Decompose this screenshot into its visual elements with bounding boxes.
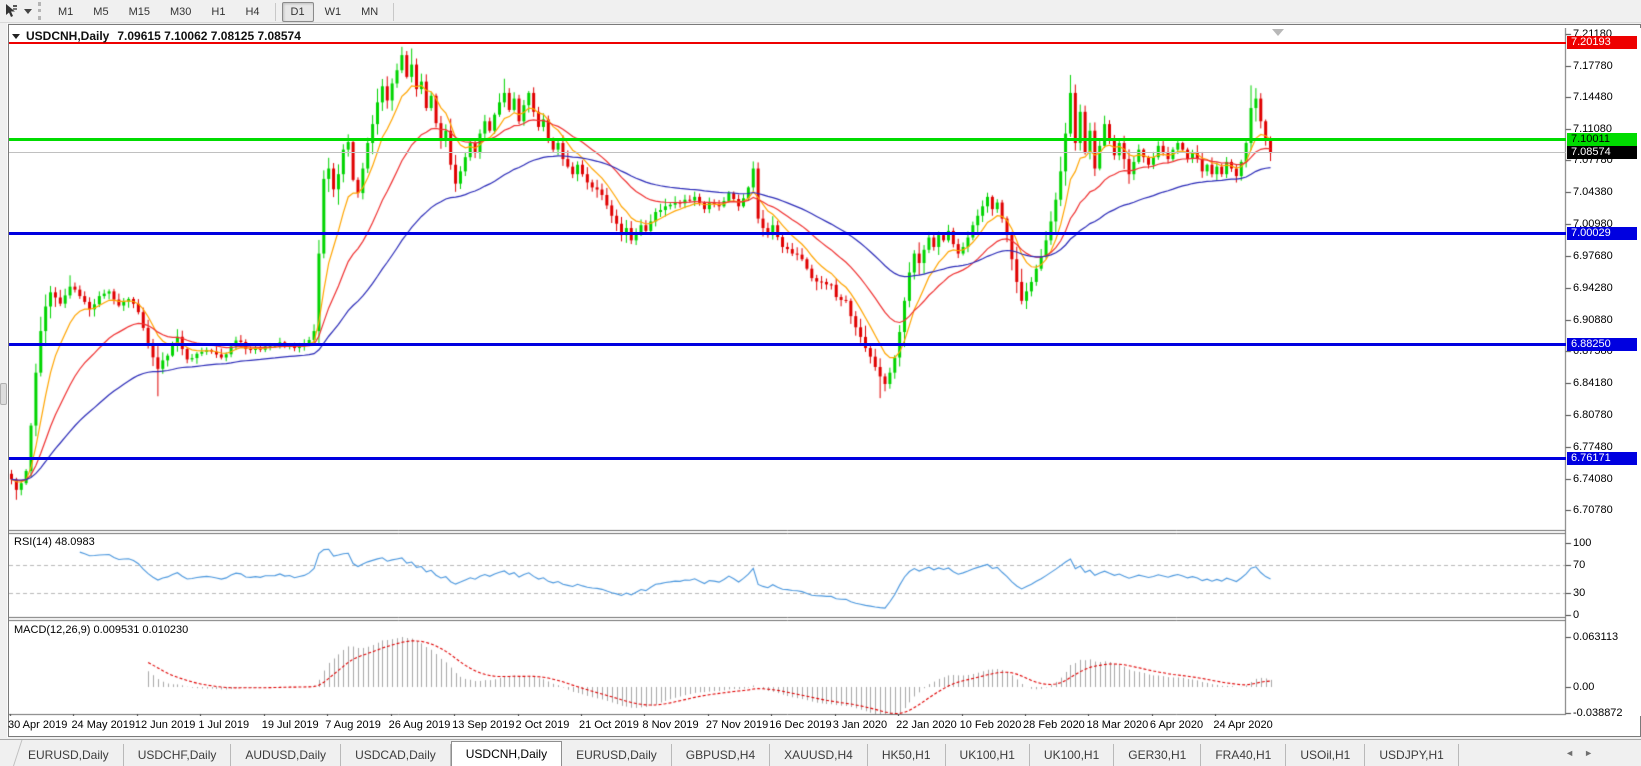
chart-symbol-title: USDCNH,Daily	[26, 29, 109, 43]
current-price-line[interactable]	[9, 152, 1566, 153]
rsi-indicator-label: RSI(14) 48.0983	[14, 536, 95, 548]
time-axis-label: 30 Apr 2019	[8, 719, 67, 731]
main-toolbar: M1M5M15M30H1H4 D1W1MN	[0, 0, 1641, 23]
tabs-scroll-right-icon[interactable]: ►	[1584, 747, 1593, 759]
chart-ohlc-values: 7.09615 7.10062 7.08125 7.08574	[117, 29, 301, 43]
tab-usdcad-daily[interactable]: USDCAD,Daily	[341, 744, 451, 766]
chart-tab-strip: EURUSD,DailyUSDCHF,DailyAUDUSD,DailyUSDC…	[0, 739, 1641, 766]
tab-usdjpy-h1[interactable]: USDJPY,H1	[1365, 744, 1458, 766]
support-line-7000-badge: 7.00029	[1567, 227, 1637, 240]
time-axis-label: 28 Feb 2020	[1023, 719, 1085, 731]
left-gutter	[0, 23, 8, 738]
price-axis-tick: 6.97680	[1573, 250, 1613, 262]
time-axis-label: 22 Jan 2020	[896, 719, 957, 731]
price-axis-tick: 7.17780	[1573, 60, 1613, 72]
support-line-6882-badge: 6.88250	[1567, 338, 1637, 351]
macd-axis-tick: 0.00	[1573, 681, 1594, 693]
macd-axis-tick: -0.038872	[1573, 707, 1623, 719]
time-axis-label: 13 Sep 2019	[452, 719, 514, 731]
time-axis-label: 8 Nov 2019	[642, 719, 698, 731]
timeframe-button-mn[interactable]: MN	[352, 2, 387, 22]
timeframe-group-separator	[393, 3, 394, 21]
tab-xauusd-h4[interactable]: XAUUSD,H4	[770, 744, 868, 766]
price-axis-tick: 7.14480	[1573, 91, 1613, 103]
price-axis-tick: 6.77480	[1573, 441, 1613, 453]
time-axis-label: 27 Nov 2019	[706, 719, 768, 731]
time-axis-label: 12 Jun 2019	[135, 719, 196, 731]
chart-pointer-icon[interactable]	[3, 3, 19, 19]
tab-hk50-h1[interactable]: HK50,H1	[868, 744, 946, 766]
macd-axis-tick: 0.063113	[1573, 631, 1618, 643]
time-axis-label: 24 Apr 2020	[1213, 719, 1272, 731]
time-axis-label: 24 May 2019	[71, 719, 135, 731]
toolbar-dropdown-caret-icon[interactable]	[24, 9, 32, 14]
timeframe-group-separator	[275, 3, 276, 21]
rsi-axis-tick: 0	[1573, 609, 1579, 621]
chart-title-row: USDCNH,Daily 7.09615 7.10062 7.08125 7.0…	[12, 29, 301, 43]
resistance-line-green-badge: 7.10011	[1567, 133, 1637, 146]
support-line-6882[interactable]	[9, 343, 1566, 346]
tab-eurusd-daily[interactable]: EURUSD,Daily	[14, 744, 124, 766]
time-axis-label: 21 Oct 2019	[579, 719, 639, 731]
current-price-line-badge: 7.08574	[1567, 146, 1637, 159]
support-line-7000[interactable]	[9, 232, 1566, 235]
tab-audusd-daily[interactable]: AUDUSD,Daily	[231, 744, 341, 766]
timeframe-button-h4[interactable]: H4	[236, 2, 268, 22]
timeframe-button-m5[interactable]: M5	[84, 2, 117, 22]
price-axis-tick: 6.74080	[1573, 473, 1613, 485]
timeframe-toolbar: M1M5M15M30H1H4 D1W1MN	[48, 1, 399, 22]
support-line-6761-badge: 6.76171	[1567, 452, 1637, 465]
tab-eurusd-daily[interactable]: EURUSD,Daily	[562, 744, 672, 766]
tab-uk100-h1[interactable]: UK100,H1	[946, 744, 1030, 766]
tab-fra40-h1[interactable]: FRA40,H1	[1201, 744, 1286, 766]
time-axis-label: 26 Aug 2019	[389, 719, 451, 731]
resistance-line-green[interactable]	[9, 138, 1566, 141]
macd-indicator-label: MACD(12,26,9) 0.009531 0.010230	[14, 624, 188, 636]
tab-usdcnh-daily[interactable]: USDCNH,Daily	[451, 741, 562, 766]
rsi-axis-tick: 30	[1573, 587, 1585, 599]
chart-shift-marker[interactable]	[1272, 29, 1284, 36]
time-axis-label: 2 Oct 2019	[516, 719, 570, 731]
time-axis-label: 3 Jan 2020	[833, 719, 887, 731]
tab-ger30-h1[interactable]: GER30,H1	[1114, 744, 1201, 766]
time-axis-label: 10 Feb 2020	[960, 719, 1022, 731]
left-splitter-handle[interactable]	[0, 383, 7, 405]
timeframe-button-m30[interactable]: M30	[161, 2, 200, 22]
chart-tabs: EURUSD,DailyUSDCHF,DailyAUDUSD,DailyUSDC…	[14, 742, 1459, 766]
timeframe-button-d1[interactable]: D1	[282, 2, 314, 22]
price-axis-tick: 6.70780	[1573, 504, 1613, 516]
chart-title-caret-icon[interactable]	[12, 34, 20, 39]
tabs-scroll-left-icon[interactable]: ◄	[1565, 747, 1574, 759]
time-axis-label: 7 Aug 2019	[325, 719, 381, 731]
timeframe-button-m15[interactable]: M15	[120, 2, 159, 22]
mt4-application: M1M5M15M30H1H4 D1W1MN USDCNH,Daily 7.0961…	[0, 0, 1641, 766]
tab-usdchf-daily[interactable]: USDCHF,Daily	[124, 744, 232, 766]
toolbar-grip[interactable]	[38, 2, 41, 20]
time-axis-label: 19 Jul 2019	[262, 719, 319, 731]
tab-usoil-h1[interactable]: USOil,H1	[1286, 744, 1365, 766]
time-axis-label: 16 Dec 2019	[769, 719, 831, 731]
price-axis-tick: 6.80780	[1573, 409, 1613, 421]
rsi-axis-tick: 100	[1573, 537, 1591, 549]
price-axis-tick: 6.90880	[1573, 314, 1613, 326]
time-axis-label: 6 Apr 2020	[1150, 719, 1203, 731]
support-line-6761[interactable]	[9, 457, 1566, 460]
price-axis-tick: 6.84180	[1573, 377, 1613, 389]
timeframe-button-h1[interactable]: H1	[202, 2, 234, 22]
rsi-axis-tick: 70	[1573, 559, 1585, 571]
time-axis-label: 18 Mar 2020	[1086, 719, 1148, 731]
time-axis-label: 1 Jul 2019	[198, 719, 249, 731]
price-axis-tick: 6.94280	[1573, 282, 1613, 294]
tab-uk100-h1[interactable]: UK100,H1	[1030, 744, 1114, 766]
tab-gbpusd-h4[interactable]: GBPUSD,H4	[672, 744, 770, 766]
timeframe-button-m1[interactable]: M1	[49, 2, 82, 22]
timeframe-button-w1[interactable]: W1	[316, 2, 351, 22]
price-axis-tick: 7.04380	[1573, 186, 1613, 198]
price-chart-canvas[interactable]	[9, 28, 1641, 716]
resistance-line-upper-badge: 7.20193	[1567, 36, 1637, 49]
